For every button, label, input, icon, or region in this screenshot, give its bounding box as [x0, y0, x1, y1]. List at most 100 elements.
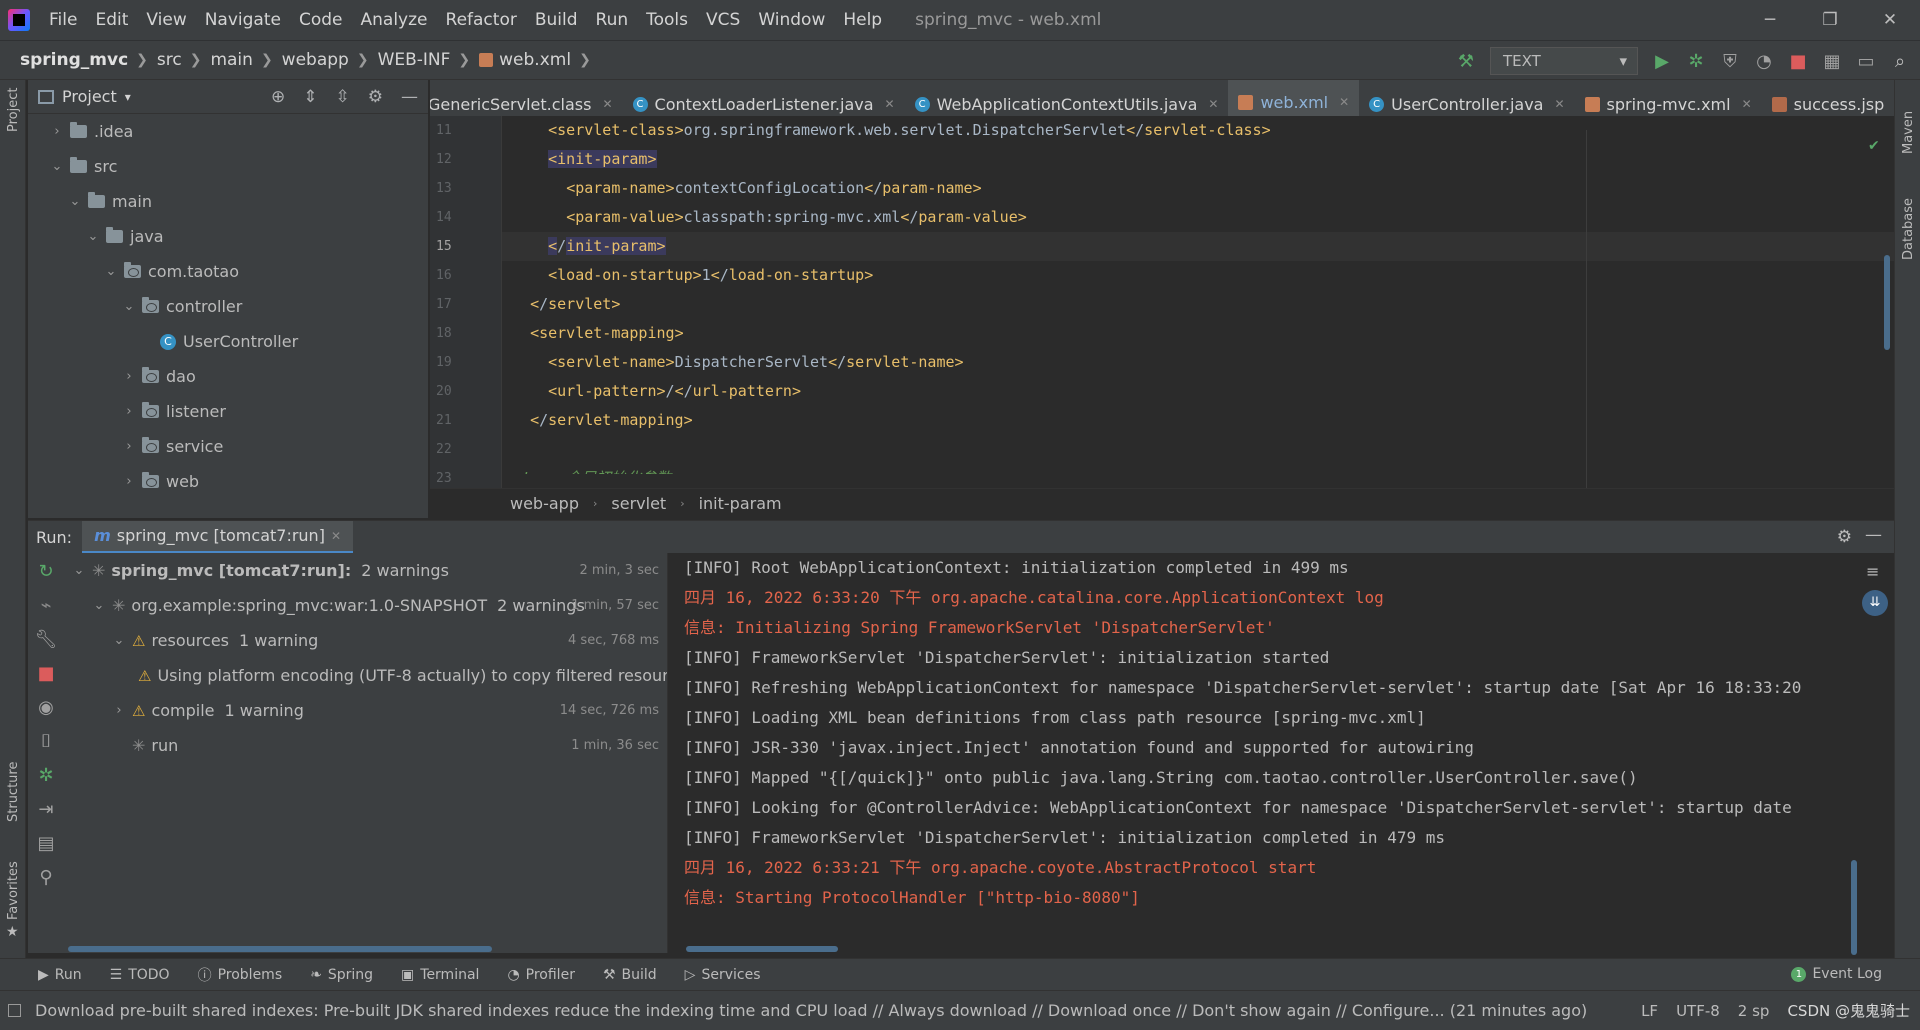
chevron-right-icon[interactable]: › — [122, 369, 136, 384]
chevron-right-icon[interactable]: › — [50, 124, 64, 139]
chevron-down-icon[interactable]: ⌄ — [68, 194, 82, 209]
project-panel-title[interactable]: Project — [62, 87, 117, 106]
tree-node-com-taotao[interactable]: ⌄ com.taotao — [28, 254, 428, 289]
breadcrumb-main[interactable]: main — [210, 50, 252, 70]
tool-tab-spring[interactable]: ❧ Spring — [310, 967, 373, 983]
stop-icon[interactable]: ■ — [1788, 51, 1808, 72]
menu-build[interactable]: Build — [526, 10, 587, 30]
tool-tab-services[interactable]: ▷ Services — [685, 967, 761, 983]
menu-view[interactable]: View — [137, 10, 195, 30]
menu-analyze[interactable]: Analyze — [352, 10, 437, 30]
menu-navigate[interactable]: Navigate — [196, 10, 290, 30]
close-tab-icon[interactable]: ✕ — [1208, 97, 1218, 111]
chevron-down-icon[interactable]: ⌄ — [104, 264, 118, 279]
close-tab-icon[interactable]: ✕ — [1339, 95, 1349, 109]
chevron-right-icon[interactable]: › — [112, 703, 126, 718]
menu-run[interactable]: Run — [587, 10, 638, 30]
tool-tab-profiler[interactable]: ◔ Profiler — [507, 967, 575, 983]
code-line[interactable]: <servlet-mapping> — [502, 319, 1894, 348]
camera-icon[interactable]: ⌷ — [41, 731, 52, 752]
menu-window[interactable]: Window — [749, 10, 834, 30]
breadcrumb-web-inf[interactable]: WEB-INF — [378, 50, 451, 70]
chevron-down-icon[interactable]: ⌄ — [86, 229, 100, 244]
run-tab[interactable]: m spring_mvc [tomcat7:run] ✕ — [82, 520, 353, 554]
chevron-down-icon[interactable]: ⌄ — [72, 563, 86, 578]
pin-icon[interactable]: ⚲ — [39, 867, 52, 888]
code-line[interactable]: <!-- 全局初始化参数--> — [502, 464, 1894, 474]
locate-icon[interactable]: ⊕ — [271, 87, 285, 107]
breadcrumb-webapp[interactable]: webapp — [282, 50, 349, 70]
run-tree-scrollbar[interactable] — [68, 946, 492, 952]
stop-icon[interactable]: ■ — [37, 663, 54, 684]
tool-tab-problems[interactable]: ⓘ Problems — [198, 965, 283, 985]
run-config-selector[interactable]: TEXT ▾ — [1490, 47, 1638, 75]
minimize-icon[interactable]: ─ — [1740, 0, 1800, 40]
tree-node-dao[interactable]: › dao — [28, 359, 428, 394]
xml-crumb-init-param[interactable]: init-param — [699, 494, 782, 513]
menu-vcs[interactable]: VCS — [697, 10, 749, 30]
breadcrumb-project[interactable]: spring_mvc — [20, 50, 128, 70]
profile-icon[interactable]: ◔ — [1754, 51, 1774, 72]
run-icon[interactable]: ▶ — [1652, 51, 1672, 72]
tree-node-usercontroller[interactable]: C UserController — [28, 324, 428, 359]
dropdown-arrow-icon[interactable]: ▾ — [125, 90, 131, 104]
code-line[interactable]: <servlet-class>org.springframework.web.s… — [502, 116, 1894, 145]
code-line[interactable]: <init-param> — [502, 145, 1894, 174]
xml-crumb-servlet[interactable]: servlet — [611, 494, 666, 513]
chevron-down-icon[interactable]: ⌄ — [50, 159, 64, 174]
build-hammer-icon[interactable]: ⚒ — [1456, 51, 1476, 72]
exit-icon[interactable]: ⇥ — [38, 799, 53, 820]
tree-node--idea[interactable]: › .idea — [28, 114, 428, 149]
close-window-icon[interactable]: ✕ — [1860, 0, 1920, 40]
collapse-all-icon[interactable]: ⇳ — [336, 87, 350, 107]
editor-scrollbar[interactable] — [1884, 255, 1890, 350]
project-tool-button[interactable]: Project — [6, 88, 21, 132]
menu-help[interactable]: Help — [834, 10, 891, 30]
indent-setting[interactable]: 2 sp — [1738, 1002, 1770, 1020]
event-log-button[interactable]: 1 Event Log — [1791, 966, 1882, 982]
chevron-right-icon[interactable]: › — [122, 404, 136, 419]
chevron-down-icon[interactable]: ⌄ — [122, 299, 136, 314]
soft-wrap-icon[interactable]: ≡ — [1866, 562, 1879, 581]
breadcrumb-web-xml[interactable]: web.xml — [499, 50, 571, 70]
favorites-tool-button[interactable]: Favorites — [6, 861, 21, 920]
code-line[interactable]: </init-param> — [502, 232, 1894, 261]
tree-node-main[interactable]: ⌄ main — [28, 184, 428, 219]
hide-icon[interactable]: — — [401, 87, 418, 107]
rerun-icon[interactable]: ↻ — [38, 561, 53, 582]
code-line[interactable]: </servlet> — [502, 290, 1894, 319]
menu-tools[interactable]: Tools — [637, 10, 697, 30]
run-tree-node[interactable]: ⚠ Using platform encoding (UTF-8 actually… — [64, 658, 667, 693]
project-structure-icon[interactable]: ▦ — [1822, 51, 1842, 72]
chevron-down-icon[interactable]: ⌄ — [112, 633, 126, 648]
tool-tab-todo[interactable]: ☰ TODO — [110, 967, 170, 983]
breadcrumb-src[interactable]: src — [157, 50, 182, 70]
chevron-down-icon[interactable]: ⌄ — [92, 598, 106, 613]
code-line[interactable] — [502, 435, 1894, 464]
run-tree-node[interactable]: ✳ run 1 min, 36 sec — [64, 728, 667, 763]
wrench-icon[interactable]: 🔧︎ — [35, 629, 58, 650]
close-tab-icon[interactable]: ✕ — [885, 97, 895, 111]
close-tab-icon[interactable]: ✕ — [602, 97, 612, 111]
layout-icon[interactable]: ▭ — [1856, 51, 1876, 72]
code-editor[interactable]: <servlet-class>org.springframework.web.s… — [502, 116, 1894, 474]
chevron-right-icon[interactable]: › — [122, 474, 136, 489]
tool-tab-run[interactable]: ▶ Run — [38, 967, 82, 983]
tree-node-java[interactable]: ⌄ java — [28, 219, 428, 254]
gear-icon[interactable]: ⚙ — [1837, 527, 1852, 547]
scroll-to-end-icon[interactable]: ⇊ — [1862, 590, 1888, 616]
coverage-icon[interactable]: ⛨ — [1720, 51, 1740, 72]
gear-icon[interactable]: ⚙ — [368, 87, 383, 107]
run-tree-node[interactable]: › ⚠ compile 1 warning 14 sec, 726 ms — [64, 693, 667, 728]
run-tree-node[interactable]: ⌄ ⚠ resources 1 warning 4 sec, 768 ms — [64, 623, 667, 658]
tree-node-controller[interactable]: ⌄ controller — [28, 289, 428, 324]
code-line[interactable]: <param-name>contextConfigLocation</param… — [502, 174, 1894, 203]
close-tab-icon[interactable]: ✕ — [1742, 97, 1752, 111]
line-separator[interactable]: LF — [1641, 1002, 1658, 1020]
menu-file[interactable]: File — [40, 10, 86, 30]
tree-node-service[interactable]: › service — [28, 429, 428, 464]
file-encoding[interactable]: UTF-8 — [1676, 1002, 1720, 1020]
code-line[interactable]: <param-value>classpath:spring-mvc.xml</p… — [502, 203, 1894, 232]
tree-node-src[interactable]: ⌄ src — [28, 149, 428, 184]
close-tab-icon[interactable]: ✕ — [331, 529, 341, 543]
